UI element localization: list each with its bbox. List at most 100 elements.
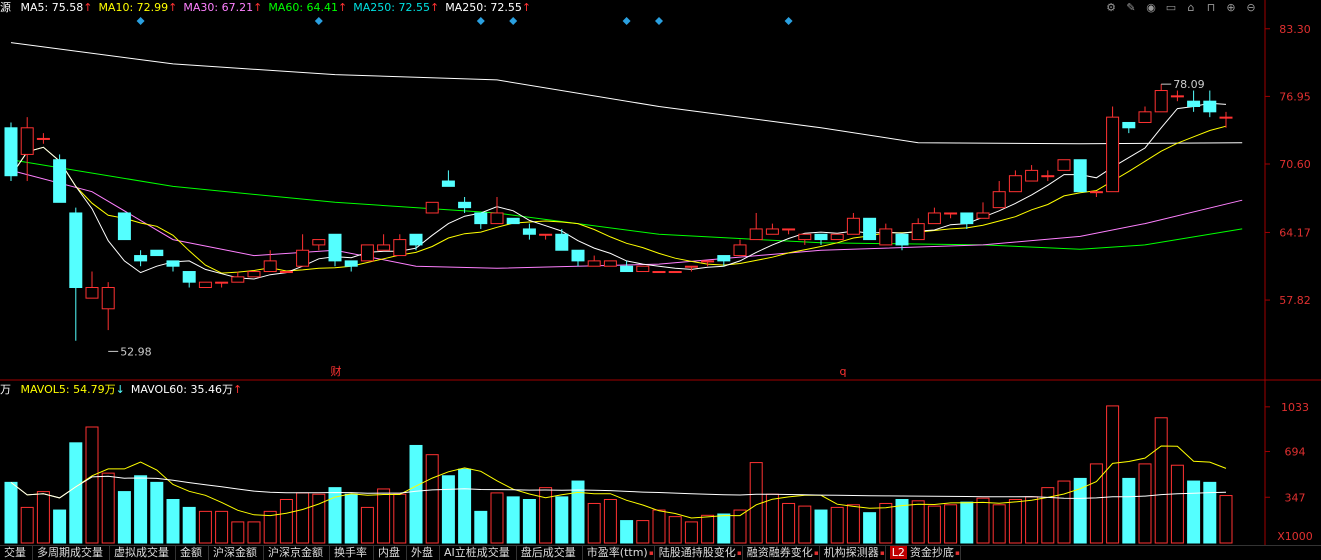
event-diamond-icon xyxy=(509,17,518,25)
lock-icon[interactable]: ⊓ xyxy=(1203,1,1219,15)
volume-bar xyxy=(296,492,310,544)
candle-body xyxy=(474,212,488,225)
tab-资金抄底[interactable]: L2 资金抄底 ▪ xyxy=(886,546,961,560)
candle-body xyxy=(684,265,698,268)
tab-marker-icon: ▪ xyxy=(648,549,654,557)
candle-body xyxy=(150,249,164,257)
candle-body xyxy=(182,271,196,283)
volume-bar xyxy=(20,506,34,544)
vol-tick-label: 694 xyxy=(1285,446,1306,459)
volume-bar xyxy=(620,520,634,544)
volume-bar xyxy=(927,505,941,544)
candle-body xyxy=(539,233,553,236)
volume-bar xyxy=(263,510,277,544)
candle-body xyxy=(571,249,585,262)
high-label: 78.09 xyxy=(1173,78,1205,91)
volume-bar xyxy=(652,509,666,544)
volume-unit: 万 xyxy=(0,383,11,396)
volume-bar xyxy=(150,481,164,544)
tab-外盘[interactable]: 外盘 xyxy=(407,546,440,560)
volume-bar xyxy=(458,468,472,544)
tab-金额[interactable]: 金额 xyxy=(176,546,209,560)
volume-bar xyxy=(976,497,990,544)
low-label: 52.98 xyxy=(120,345,152,358)
volume-bar xyxy=(1106,405,1120,544)
vol-tick-label: 1033 xyxy=(1281,401,1309,414)
candle-body xyxy=(782,228,796,231)
candle-body xyxy=(587,260,601,267)
volume-bar xyxy=(1089,463,1103,544)
volume-bar xyxy=(830,506,844,544)
candle-body xyxy=(166,260,180,267)
volume-bar xyxy=(668,516,682,544)
tab-内盘[interactable]: 内盘 xyxy=(374,546,407,560)
volume-bar xyxy=(1057,480,1071,544)
candle-body xyxy=(458,201,472,209)
ma-legend-item: MA60: 64.41↑ xyxy=(268,1,348,14)
pen-icon[interactable]: ✎ xyxy=(1123,1,1139,15)
volume-bar xyxy=(36,491,50,544)
tab-陆股通持股变化[interactable]: 陆股通持股变化 ▪ xyxy=(655,546,743,560)
volume-bar xyxy=(1008,499,1022,544)
ma-legend-item: MA250: 72.55↑ xyxy=(445,1,532,14)
volume-bar xyxy=(231,521,245,544)
tab-AI立桩成交量[interactable]: AI立桩成交量 xyxy=(440,546,517,560)
volume-bar xyxy=(1041,487,1055,544)
volume-bar xyxy=(765,493,779,544)
plus-icon[interactable]: ⊕ xyxy=(1223,1,1239,15)
ma10-line xyxy=(10,125,1227,274)
tab-label: 换手率 xyxy=(334,546,367,559)
candle-body xyxy=(1122,121,1136,129)
candle-body xyxy=(863,217,877,241)
candle-body xyxy=(134,255,148,262)
volume-bar xyxy=(1122,477,1136,544)
candle-body xyxy=(1008,175,1022,193)
volume-bar xyxy=(101,472,115,544)
ma60-line xyxy=(10,159,1243,250)
volume-bar xyxy=(636,520,650,544)
candle-body xyxy=(830,233,844,241)
candle-body xyxy=(312,239,326,246)
tab-盘后成交量[interactable]: 盘后成交量 xyxy=(517,546,583,560)
candle-body xyxy=(296,249,310,267)
tab-交量[interactable]: 交量 xyxy=(0,546,33,560)
tab-沪深京金额[interactable]: 沪深京金额 xyxy=(264,546,330,560)
tab-多周期成交量[interactable]: 多周期成交量 xyxy=(33,546,110,560)
marker-q: q xyxy=(840,365,847,378)
volume-bar xyxy=(846,504,860,544)
volume-bar xyxy=(134,475,148,544)
candle-body xyxy=(85,287,99,299)
basket-icon[interactable]: ▭ xyxy=(1163,1,1179,15)
candle-body xyxy=(1106,116,1120,193)
home-icon[interactable]: ⌂ xyxy=(1183,1,1199,15)
volume-bar xyxy=(587,502,601,544)
tab-市盈率(ttm)[interactable]: 市盈率(ttm) ▪ xyxy=(583,546,655,560)
candle-body xyxy=(1073,159,1087,193)
ma-legend-arrow: ↑ xyxy=(253,1,263,14)
tab-label: 虚拟成交量 xyxy=(114,546,169,559)
volume-bar xyxy=(506,496,520,544)
candle-body xyxy=(879,228,893,246)
eye-icon[interactable]: ◉ xyxy=(1143,1,1159,15)
volume-bar xyxy=(166,499,180,544)
settings-icon[interactable]: ⚙ xyxy=(1103,1,1119,15)
tab-沪深金额[interactable]: 沪深金额 xyxy=(209,546,264,560)
tab-换手率[interactable]: 换手率 xyxy=(330,546,374,560)
volume-bar xyxy=(1073,477,1087,544)
volume-bar xyxy=(684,521,698,544)
mavol-legend-item: MAVOL60: 35.46万↑ xyxy=(130,383,243,396)
tab-机构探测器[interactable]: 机构探测器 ▪ xyxy=(820,546,886,560)
minus-icon[interactable]: ⊖ xyxy=(1243,1,1259,15)
volume-bar xyxy=(555,496,569,544)
tab-融资融券变化[interactable]: 融资融券变化 ▪ xyxy=(743,546,820,560)
volume-bar xyxy=(474,510,488,544)
mavol-legend-arrow: ↓ xyxy=(115,383,125,396)
candle-body xyxy=(1154,90,1168,113)
candle-body xyxy=(603,260,617,267)
tab-虚拟成交量[interactable]: 虚拟成交量 xyxy=(110,546,176,560)
tab-marker-icon: ▪ xyxy=(955,549,960,557)
volume-bar xyxy=(1025,496,1039,544)
candle-body xyxy=(636,265,650,273)
tab-marker-icon: ▪ xyxy=(736,549,742,557)
stock-chart[interactable]: 83.30 76.95 70.60 64.17 57.82 1033 694 347 X1000… xyxy=(0,0,1321,559)
